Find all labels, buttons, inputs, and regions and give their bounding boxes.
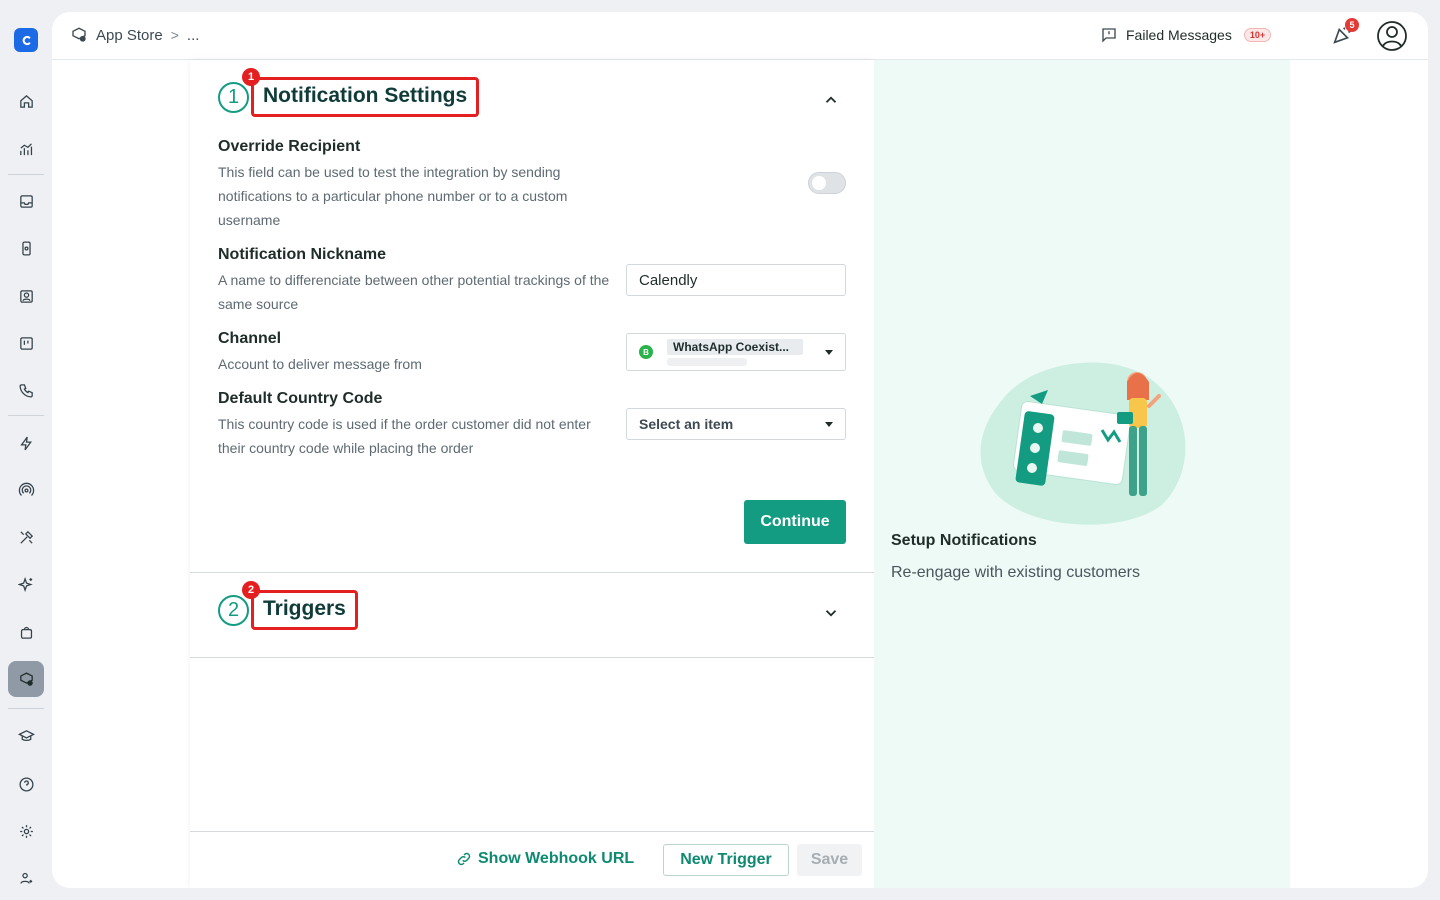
notification-nickname-field: Notification Nickname A name to differen…	[218, 246, 618, 316]
breadcrumb-ellipsis[interactable]: ...	[187, 27, 200, 44]
default-country-code-label: Default Country Code	[218, 390, 383, 407]
info-panel: Setup Notifications Re-engage with exist…	[874, 60, 1290, 888]
inbox-icon[interactable]	[8, 183, 44, 219]
phone-icon[interactable]	[8, 372, 44, 408]
whatsapp-business-icon: B	[639, 345, 653, 359]
step-notification-settings[interactable]: 1 1 Notification Settings	[218, 68, 480, 117]
notification-nickname-input[interactable]: Calendly	[626, 264, 846, 296]
failed-messages-count-badge: 10+	[1243, 28, 1272, 42]
message-alert-icon	[1102, 28, 1116, 43]
notification-count-badge: 5	[1345, 18, 1359, 32]
step-title: Notification Settings	[263, 84, 468, 107]
show-webhook-url-label: Show Webhook URL	[478, 850, 635, 867]
country-code-select[interactable]: Select an item	[626, 408, 846, 440]
setup-notifications-subtitle: Re-engage with existing customers	[891, 564, 1141, 581]
step-title: Triggers	[263, 597, 346, 620]
default-country-code-description: This country code is used if the order c…	[218, 416, 591, 456]
channel-redacted-detail	[667, 357, 747, 366]
broadcast-icon[interactable]	[8, 472, 44, 508]
notification-nickname-label: Notification Nickname	[218, 246, 387, 263]
channel-field: Channel Account to deliver message from	[218, 330, 618, 376]
failed-messages-button[interactable]: Failed Messages 10+	[1100, 26, 1272, 44]
show-webhook-url-button[interactable]: Show Webhook URL	[456, 850, 634, 868]
team-settings-icon[interactable]	[8, 860, 44, 896]
override-recipient-toggle[interactable]	[808, 172, 846, 194]
default-country-code-field: Default Country Code This country code i…	[218, 390, 618, 460]
dropdown-caret-icon	[825, 349, 833, 355]
settings-gear-icon[interactable]	[8, 813, 44, 849]
setup-notifications-title: Setup Notifications	[891, 532, 1037, 549]
override-recipient-label: Override Recipient	[218, 138, 361, 155]
form-footer: Show Webhook URL New Trigger Save	[190, 831, 874, 888]
setup-notifications-illustration	[980, 362, 1186, 525]
device-icon[interactable]	[8, 230, 44, 266]
chevron-right-icon: >	[170, 27, 179, 43]
link-icon	[457, 852, 471, 866]
step-triggers[interactable]: 2 2 Triggers	[218, 581, 358, 630]
announcements-button[interactable]: 5	[1331, 18, 1359, 48]
notification-nickname-description: A name to differenciate between other po…	[218, 272, 610, 312]
step-title-highlight: 2 Triggers	[242, 581, 358, 630]
step-title-highlight: 1 Notification Settings	[242, 68, 480, 117]
save-button[interactable]: Save	[797, 844, 862, 876]
contacts-icon[interactable]	[8, 278, 44, 314]
app-store-icon[interactable]	[8, 661, 44, 697]
board-icon[interactable]	[8, 325, 44, 361]
top-bar: App Store > ... Failed Messages 10+ 5	[52, 12, 1428, 60]
step-badge: 1	[242, 68, 260, 86]
channel-label: Channel	[218, 330, 282, 347]
app-logo-icon[interactable]	[14, 28, 38, 52]
continue-button[interactable]: Continue	[744, 500, 846, 544]
override-recipient-field: Override Recipient This field can be use…	[218, 138, 618, 232]
shop-icon[interactable]	[8, 614, 44, 650]
channel-selected-value: WhatsApp Coexist...	[667, 338, 803, 355]
academy-icon[interactable]	[8, 718, 44, 754]
section-divider	[190, 657, 874, 658]
country-code-placeholder: Select an item	[639, 416, 734, 432]
override-recipient-description: This field can be used to test the integ…	[218, 164, 568, 228]
new-trigger-button[interactable]: New Trigger	[663, 844, 789, 876]
chevron-up-icon[interactable]	[822, 91, 840, 109]
chevron-down-icon[interactable]	[822, 604, 840, 622]
channel-select[interactable]: B WhatsApp Coexist...	[626, 333, 846, 371]
step-number: 2	[218, 594, 249, 626]
dropdown-caret-icon	[825, 421, 833, 427]
toggle-knob	[812, 176, 826, 190]
main-content: App Store > ... Failed Messages 10+ 5 1 …	[52, 12, 1428, 888]
breadcrumb-app-store[interactable]: App Store	[96, 27, 163, 44]
channel-description: Account to deliver message from	[218, 356, 422, 372]
left-rail	[0, 0, 52, 900]
help-icon[interactable]	[8, 766, 44, 802]
section-divider	[190, 572, 874, 573]
failed-messages-label: Failed Messages	[1126, 27, 1232, 43]
step-number: 1	[218, 81, 249, 113]
step-badge: 2	[242, 581, 260, 599]
user-avatar-icon[interactable]	[1376, 20, 1408, 52]
tools-icon[interactable]	[8, 519, 44, 555]
automation-icon[interactable]	[8, 425, 44, 461]
breadcrumb: App Store > ...	[70, 26, 199, 44]
app-store-breadcrumb-icon	[72, 27, 86, 42]
home-icon[interactable]	[8, 83, 44, 119]
analytics-icon[interactable]	[8, 131, 44, 167]
ai-sparkle-icon[interactable]	[8, 566, 44, 602]
setup-form-panel: 1 1 Notification Settings Override Recip…	[190, 60, 874, 888]
